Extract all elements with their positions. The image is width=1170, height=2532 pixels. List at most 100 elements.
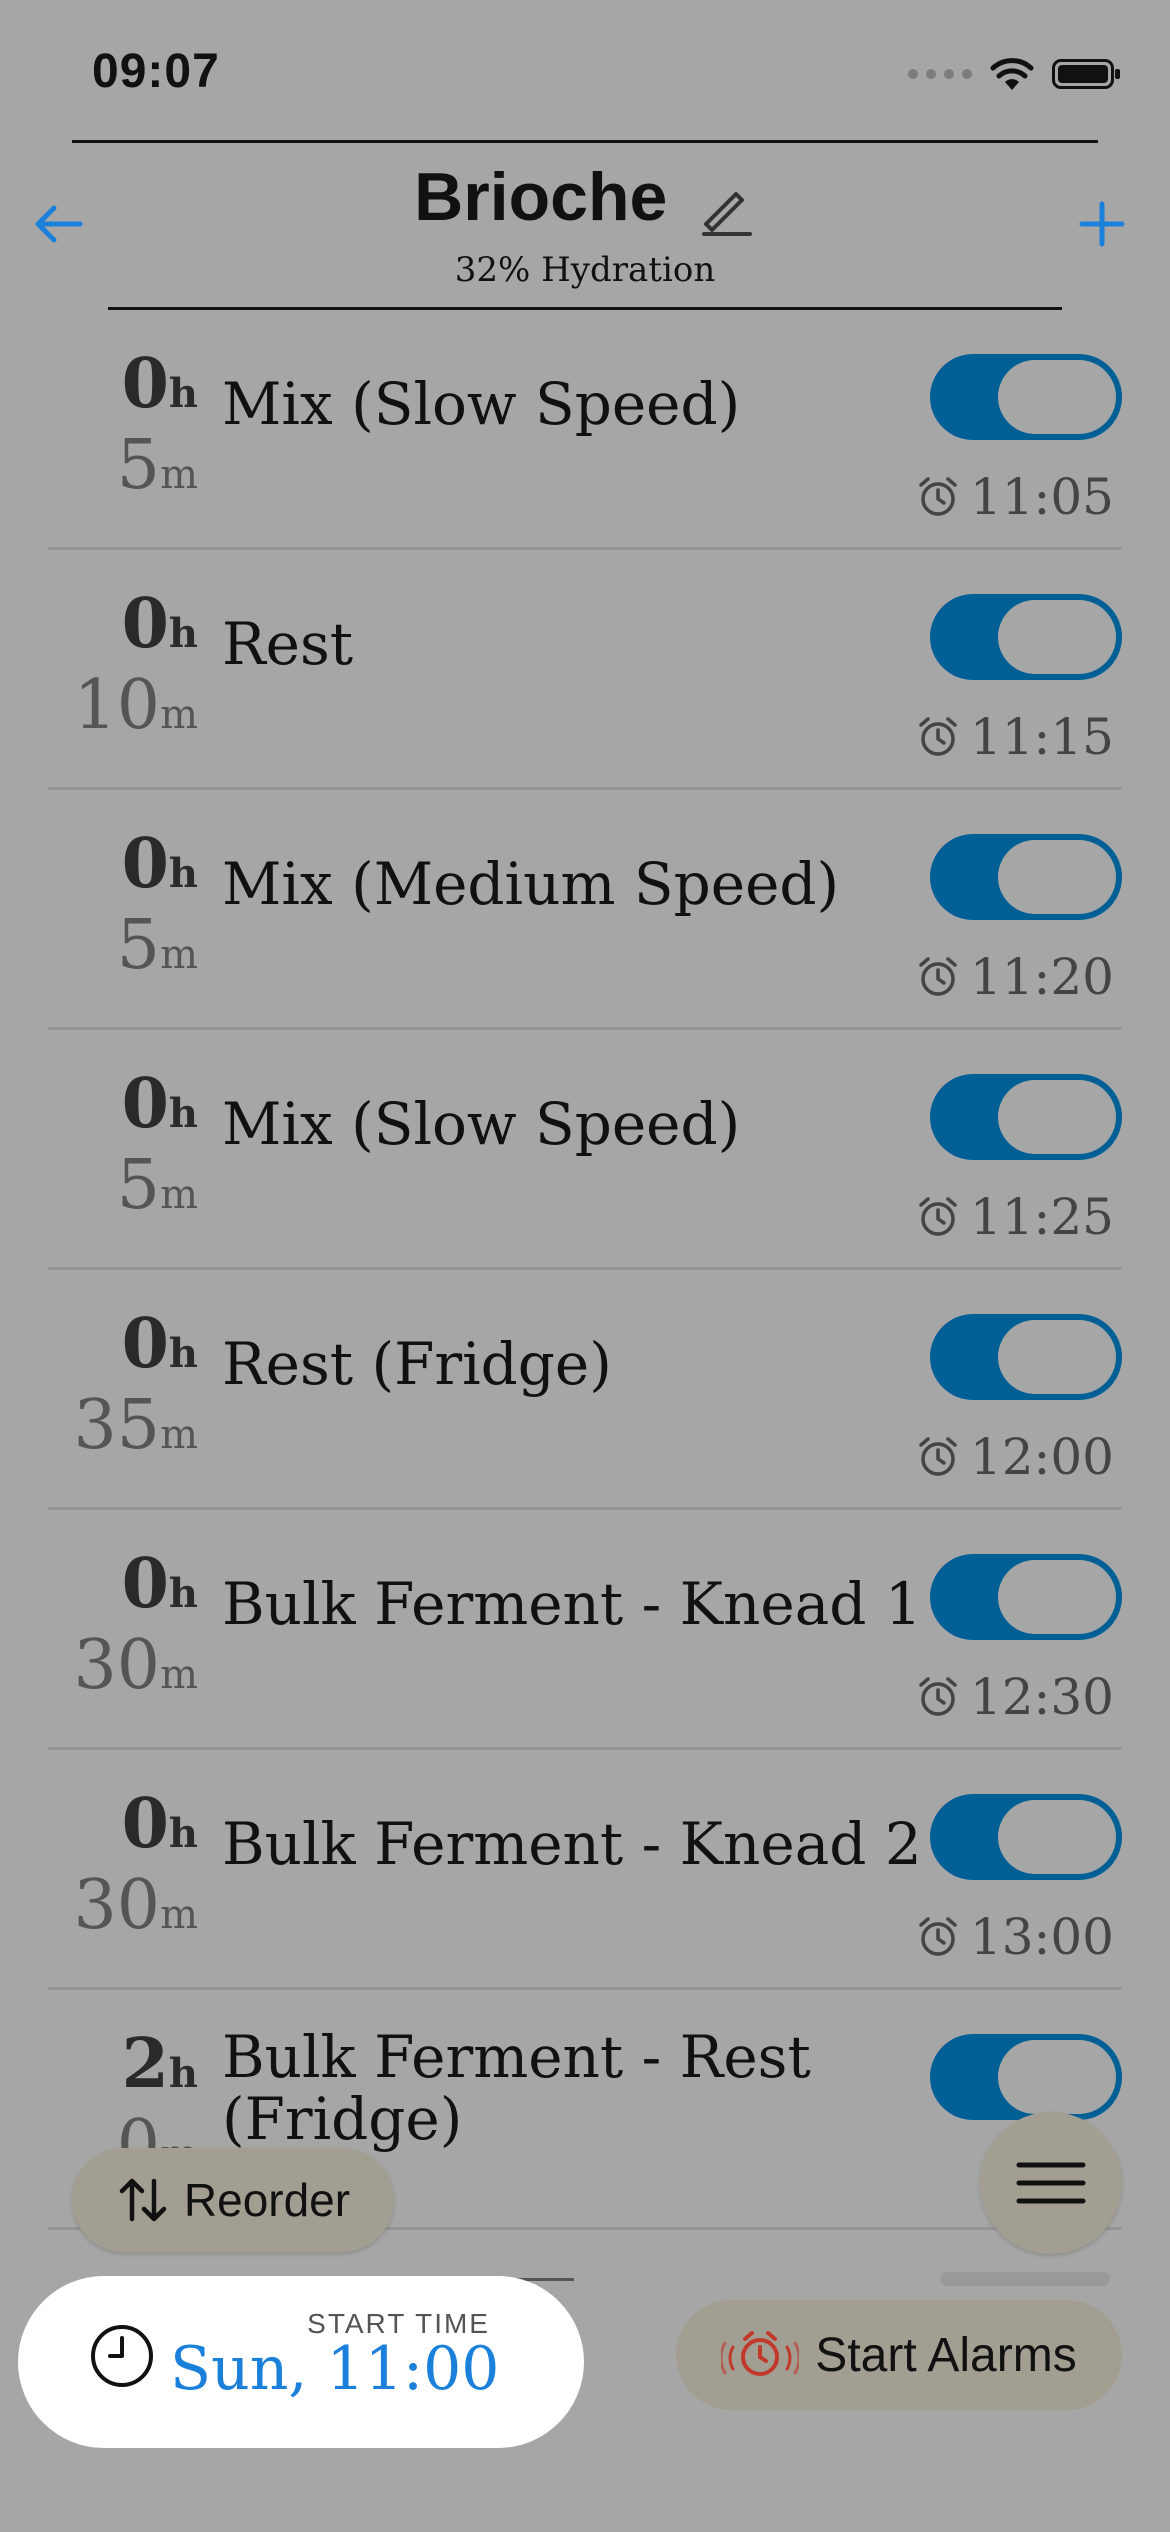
step-toggle[interactable] <box>930 2034 1122 2120</box>
step-name: Mix (Slow Speed) <box>222 370 741 438</box>
duration: 0h 30m <box>48 1790 198 1955</box>
battery-icon <box>1052 59 1120 89</box>
minutes-unit: m <box>160 1652 198 1698</box>
alarm-time-text: 11:05 <box>969 468 1114 526</box>
hours-value: 0 <box>121 1784 169 1864</box>
alarm-clock-icon <box>919 1437 957 1476</box>
alarm-clock-icon <box>919 477 957 516</box>
hours-unit: h <box>168 1810 198 1857</box>
duration: 0h 30m <box>48 1550 198 1715</box>
pencil-icon[interactable] <box>696 178 756 238</box>
minutes-value: 30 <box>73 1866 161 1945</box>
step-toggle[interactable] <box>930 354 1122 440</box>
hours-unit: h <box>168 1570 198 1617</box>
list-item[interactable]: 0h 5m Mix (Medium Speed) 11:20 <box>48 790 1122 1030</box>
minutes-value: 5 <box>116 906 161 985</box>
alarm-time: 11:25 <box>916 1188 1114 1246</box>
duration: 0h 5m <box>48 350 198 515</box>
minutes-unit: m <box>160 932 198 978</box>
page-subtitle: 32% Hydration <box>454 250 716 290</box>
alarm-clock-icon <box>919 1917 957 1956</box>
hours-unit: h <box>168 610 198 657</box>
duration: 0h 5m <box>48 830 198 995</box>
minutes-unit: m <box>160 1172 198 1218</box>
list-item[interactable]: 0h 5m Mix (Slow Speed) 11:05 <box>48 310 1122 550</box>
list-item[interactable]: 0h 5m Mix (Slow Speed) 11:25 <box>48 1030 1122 1270</box>
hours-value: 0 <box>121 824 169 904</box>
list-item[interactable]: 0h 35m Rest (Fridge) 12:00 <box>48 1270 1122 1510</box>
duration: 0h 5m <box>48 1070 198 1235</box>
divider <box>72 140 1098 143</box>
scroll-indicator <box>940 2272 1110 2286</box>
reorder-label: Reorder <box>183 2174 351 2226</box>
step-toggle[interactable] <box>930 1794 1122 1880</box>
step-toggle[interactable] <box>930 1074 1122 1160</box>
alarm-time: 11:05 <box>916 468 1114 526</box>
alarm-time: 11:15 <box>916 708 1114 766</box>
alarm-time-text: 11:15 <box>969 708 1114 766</box>
duration: 0h 10m <box>48 590 198 755</box>
minutes-value: 30 <box>73 1626 161 1705</box>
list-item[interactable]: 0h 30m Bulk Ferment - Knead 2 13:00 <box>48 1750 1122 1990</box>
step-list: 0h 5m Mix (Slow Speed) 11:05 0h 10m Rest… <box>48 310 1122 2230</box>
minutes-value: 5 <box>116 1146 161 1225</box>
step-name: Rest (Fridge) <box>222 1330 612 1398</box>
step-toggle[interactable] <box>930 1554 1122 1640</box>
hours-value: 0 <box>121 1304 169 1384</box>
menu-button[interactable] <box>980 2112 1122 2254</box>
page-title: Brioche <box>414 159 668 235</box>
minutes-value: 5 <box>116 426 161 505</box>
alarm-time-text: 13:00 <box>969 1908 1114 1966</box>
clock-icon <box>91 2325 153 2387</box>
reorder-button[interactable]: Reorder <box>72 2148 394 2252</box>
minutes-unit: m <box>160 692 198 738</box>
alarm-time: 12:00 <box>916 1428 1114 1486</box>
list-item[interactable]: 0h 10m Rest 11:15 <box>48 550 1122 790</box>
sort-arrows-icon <box>119 2178 167 2222</box>
minutes-unit: m <box>160 1412 198 1458</box>
step-toggle[interactable] <box>930 594 1122 680</box>
alarm-time-text: 11:25 <box>969 1188 1114 1246</box>
signal-icon <box>908 69 972 79</box>
hours-unit: h <box>168 2050 198 2097</box>
step-name: Mix (Medium Speed) <box>222 850 840 918</box>
hours-value: 0 <box>121 344 169 424</box>
hours-value: 0 <box>121 1064 169 1144</box>
minutes-value: 35 <box>73 1386 161 1465</box>
step-name: Mix (Slow Speed) <box>222 1090 741 1158</box>
title-bar: Brioche <box>0 158 1170 246</box>
hours-value: 0 <box>121 1544 169 1624</box>
plus-icon[interactable] <box>1074 196 1130 252</box>
alarm-clock-icon <box>919 1677 957 1716</box>
alarm-time: 13:00 <box>916 1908 1114 1966</box>
hours-value: 0 <box>121 584 169 664</box>
alarm-clock-icon <box>919 1197 957 1236</box>
hamburger-menu-icon <box>1016 2162 1086 2204</box>
start-alarms-button[interactable]: Start Alarms <box>676 2300 1122 2410</box>
step-name: Rest <box>222 610 354 678</box>
step-toggle[interactable] <box>930 1314 1122 1400</box>
start-alarms-label: Start Alarms <box>815 2328 1077 2382</box>
alarm-time-text: 12:30 <box>969 1668 1114 1726</box>
minutes-unit: m <box>160 452 198 498</box>
alarm-time: 11:20 <box>916 948 1114 1006</box>
hours-unit: h <box>168 370 198 417</box>
hours-unit: h <box>168 1090 198 1137</box>
step-toggle[interactable] <box>930 834 1122 920</box>
hours-unit: h <box>168 1330 198 1377</box>
wifi-icon <box>990 58 1034 90</box>
status-time: 09:07 <box>92 45 220 98</box>
alarm-time-text: 12:00 <box>969 1428 1114 1486</box>
step-name: Bulk Ferment - Rest (Fridge) <box>222 2023 811 2153</box>
minutes-value: 10 <box>73 666 161 745</box>
alarm-clock-icon <box>919 957 957 996</box>
start-time-value[interactable]: Sun, 11:00 <box>170 2334 499 2404</box>
alarm-clock-icon <box>919 717 957 756</box>
step-name: Bulk Ferment - Knead 1 <box>222 1570 922 1638</box>
hours-value: 2 <box>121 2024 169 2104</box>
list-item[interactable]: 0h 30m Bulk Ferment - Knead 1 12:30 <box>48 1510 1122 1750</box>
alarm-time: 12:30 <box>916 1668 1114 1726</box>
status-icons <box>908 52 1120 96</box>
hours-unit: h <box>168 850 198 897</box>
duration: 0h 35m <box>48 1310 198 1475</box>
